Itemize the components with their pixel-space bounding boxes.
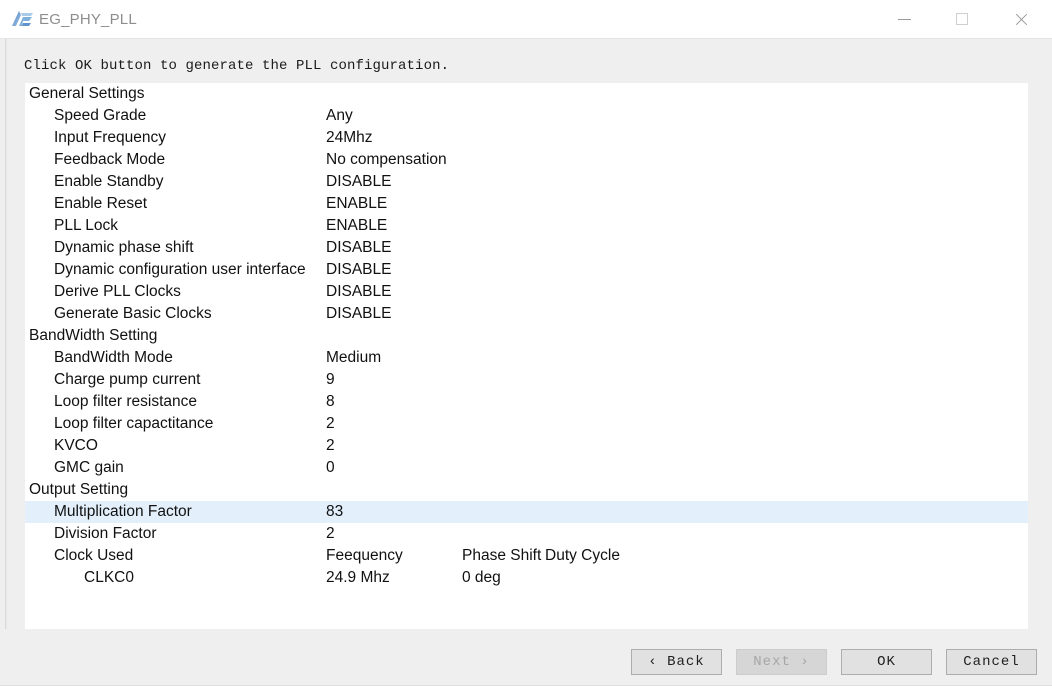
title-bar: EG_PHY_PLL (0, 0, 1052, 39)
row-label: Dynamic phase shift (54, 239, 194, 256)
row-label: BandWidth Mode (54, 349, 173, 366)
row-label: Derive PLL Clocks (54, 283, 181, 300)
row-label: Multiplication Factor (54, 503, 192, 520)
row-value: 83 (326, 503, 344, 520)
row-label: GMC gain (54, 459, 124, 476)
list-item-row[interactable]: Dynamic phase shift DISABLE (25, 237, 1028, 259)
list-item-row[interactable]: Division Factor 2 (25, 523, 1028, 545)
row-value: 24.9 Mhz (326, 569, 390, 586)
pll-config-window: EG_PHY_PLL Click OK button to generate t… (0, 0, 1052, 689)
row-value: 2 (326, 437, 335, 454)
row-label: Clock Used (54, 547, 134, 564)
list-item-row[interactable]: KVCO 2 (25, 435, 1028, 457)
row-value: DISABLE (326, 239, 392, 256)
row-value: 0 (326, 459, 335, 476)
row-label: KVCO (54, 437, 98, 454)
row-label: PLL Lock (54, 217, 119, 234)
maximize-icon (956, 13, 968, 25)
row-phase-shift: 0 deg (462, 569, 501, 586)
row-label: CLKC0 (84, 569, 134, 586)
list-item-row[interactable]: Multiplication Factor 83 (25, 501, 1028, 523)
row-label: Loop filter resistance (54, 393, 198, 410)
row-label: Dynamic configuration user interface (54, 261, 306, 278)
list-item-row[interactable]: Charge pump current 9 (25, 369, 1028, 391)
row-label: Input Frequency (54, 129, 167, 146)
row-value: Medium (326, 349, 382, 366)
list-item-row[interactable]: Loop filter resistance 8 (25, 391, 1028, 413)
next-button[interactable]: Next › (736, 649, 827, 675)
list-item-row[interactable]: Derive PLL Clocks DISABLE (25, 281, 1028, 303)
row-value: DISABLE (326, 305, 392, 322)
row-label: Output Setting (29, 481, 129, 498)
row-value: ENABLE (326, 195, 388, 212)
row-label: General Settings (29, 85, 145, 102)
row-value: ENABLE (326, 217, 388, 234)
list-item-row[interactable]: Dynamic configuration user interface DISA… (25, 259, 1028, 281)
list-section-row[interactable]: BandWidth Setting (25, 325, 1028, 347)
maximize-button[interactable] (939, 0, 985, 38)
list-section-row[interactable]: General Settings (25, 83, 1028, 105)
close-button[interactable] (998, 0, 1044, 38)
list-item-row[interactable]: Loop filter capactitance 2 (25, 413, 1028, 435)
row-label: Charge pump current (54, 371, 201, 388)
cancel-button[interactable]: Cancel (946, 649, 1037, 675)
row-value: Any (326, 107, 353, 124)
back-button[interactable]: ‹ Back (631, 649, 722, 675)
minimize-icon (897, 18, 911, 20)
row-label: Speed Grade (54, 107, 147, 124)
list-item-row[interactable]: Enable Standby DISABLE (25, 171, 1028, 193)
row-label: Enable Reset (54, 195, 148, 212)
row-value: No compensation (326, 151, 447, 168)
ok-button[interactable]: OK (841, 649, 932, 675)
settings-list-panel[interactable]: General Settings Speed Grade Any Input Freq… (25, 83, 1028, 629)
window-title: EG_PHY_PLL (39, 11, 137, 28)
footer-bar: ‹ Back Next › OK Cancel (0, 629, 1052, 689)
close-icon (1014, 12, 1029, 27)
row-value: DISABLE (326, 173, 392, 190)
list-item-row[interactable]: Speed Grade Any (25, 105, 1028, 127)
list-item-row[interactable]: PLL Lock ENABLE (25, 215, 1028, 237)
row-value: 2 (326, 415, 335, 432)
instruction-text: Click OK button to generate the PLL conf… (24, 58, 450, 74)
anlogic-logo-icon (11, 9, 33, 29)
list-item-row[interactable]: Enable Reset ENABLE (25, 193, 1028, 215)
minimize-button[interactable] (881, 0, 927, 38)
row-label: Division Factor (54, 525, 157, 542)
list-item-row[interactable]: Feedback Mode No compensation (25, 149, 1028, 171)
row-label: Enable Standby (54, 173, 164, 190)
list-item-row[interactable]: CLKC0 24.9 Mhz 0 deg (25, 567, 1028, 589)
row-phase-shift: Phase Shift (462, 547, 542, 564)
row-label: Loop filter capactitance (54, 415, 214, 432)
row-label: BandWidth Setting (29, 327, 158, 344)
list-item-row[interactable]: Input Frequency 24Mhz (25, 127, 1028, 149)
row-label: Generate Basic Clocks (54, 305, 212, 322)
window-edge-artifact-secondary (6, 39, 7, 689)
list-item-row[interactable]: Generate Basic Clocks DISABLE (25, 303, 1028, 325)
row-value: DISABLE (326, 283, 392, 300)
list-item-row[interactable]: GMC gain 0 (25, 457, 1028, 479)
bottom-strip (0, 685, 1052, 689)
list-section-row[interactable]: Output Setting (25, 479, 1028, 501)
row-value: 8 (326, 393, 335, 410)
row-value: 2 (326, 525, 335, 542)
list-item-row[interactable]: Clock Used Feequency Phase Shift Duty Cycle (25, 545, 1028, 567)
row-duty-cycle: Duty Cycle (545, 547, 620, 564)
row-value: 24Mhz (326, 129, 373, 146)
list-item-row[interactable]: BandWidth Mode Medium (25, 347, 1028, 369)
row-value: Feequency (326, 547, 403, 564)
row-value: 9 (326, 371, 335, 388)
row-label: Feedback Mode (54, 151, 166, 168)
row-value: DISABLE (326, 261, 392, 278)
